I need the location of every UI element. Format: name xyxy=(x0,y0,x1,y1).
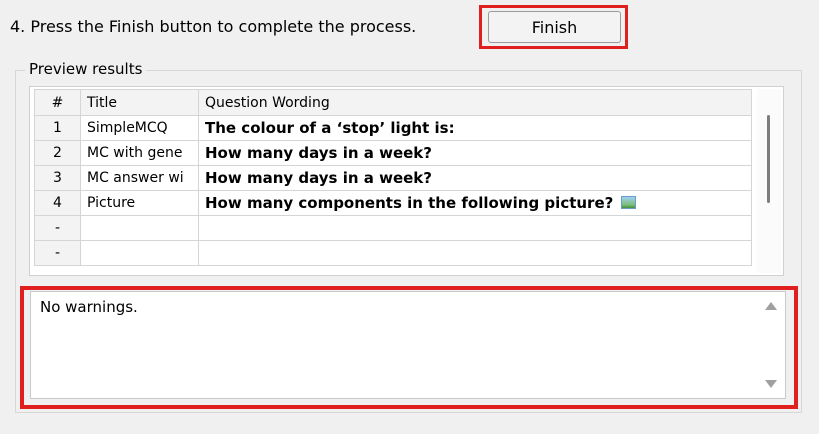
row-question-cell[interactable]: How many components in the following pic… xyxy=(198,190,752,216)
row-question[interactable]: How many days in a week? xyxy=(198,165,752,191)
row-number: 1 xyxy=(34,115,81,141)
row-number: - xyxy=(34,215,81,241)
row-question: How many components in the following pic… xyxy=(205,194,614,212)
row-question[interactable] xyxy=(198,215,752,241)
row-number: - xyxy=(34,240,81,266)
warnings-textarea[interactable] xyxy=(30,291,786,399)
table-row[interactable]: 2 MC with gene How many days in a week? xyxy=(34,140,752,166)
row-title[interactable]: Picture xyxy=(80,190,199,216)
table-row[interactable]: 3 MC answer wi How many days in a week? xyxy=(34,165,752,191)
scroll-up-arrow-icon[interactable] xyxy=(765,302,777,310)
picture-icon[interactable] xyxy=(621,196,637,209)
table-scrollbar-thumb[interactable] xyxy=(767,115,770,203)
row-title[interactable] xyxy=(80,240,199,266)
row-question[interactable]: How many days in a week? xyxy=(198,140,752,166)
preview-table: # Title Question Wording 1 SimpleMCQ The… xyxy=(34,89,752,266)
table-row[interactable]: - xyxy=(34,215,752,241)
column-header-title[interactable]: Title xyxy=(80,89,199,116)
warnings-text: No warnings. xyxy=(40,298,138,316)
table-row[interactable]: - xyxy=(34,240,752,266)
row-number: 4 xyxy=(34,190,81,216)
column-header-number[interactable]: # xyxy=(34,89,81,116)
column-header-question-wording[interactable]: Question Wording xyxy=(198,89,752,116)
scroll-down-arrow-icon[interactable] xyxy=(765,380,777,388)
row-title[interactable]: MC answer wi xyxy=(80,165,199,191)
row-question[interactable]: The colour of a ‘stop’ light is: xyxy=(198,115,752,141)
row-number: 3 xyxy=(34,165,81,191)
row-number: 2 xyxy=(34,140,81,166)
row-question[interactable] xyxy=(198,240,752,266)
table-header-row: # Title Question Wording xyxy=(34,89,752,116)
table-row[interactable]: 1 SimpleMCQ The colour of a ‘stop’ light… xyxy=(34,115,752,141)
step-instruction: 4. Press the Finish button to complete t… xyxy=(10,17,417,36)
row-title[interactable] xyxy=(80,215,199,241)
table-row[interactable]: 4 Picture How many components in the fol… xyxy=(34,190,752,216)
preview-results-legend: Preview results xyxy=(25,60,147,78)
finish-button[interactable]: Finish xyxy=(488,11,621,43)
row-title[interactable]: SimpleMCQ xyxy=(80,115,199,141)
row-title[interactable]: MC with gene xyxy=(80,140,199,166)
